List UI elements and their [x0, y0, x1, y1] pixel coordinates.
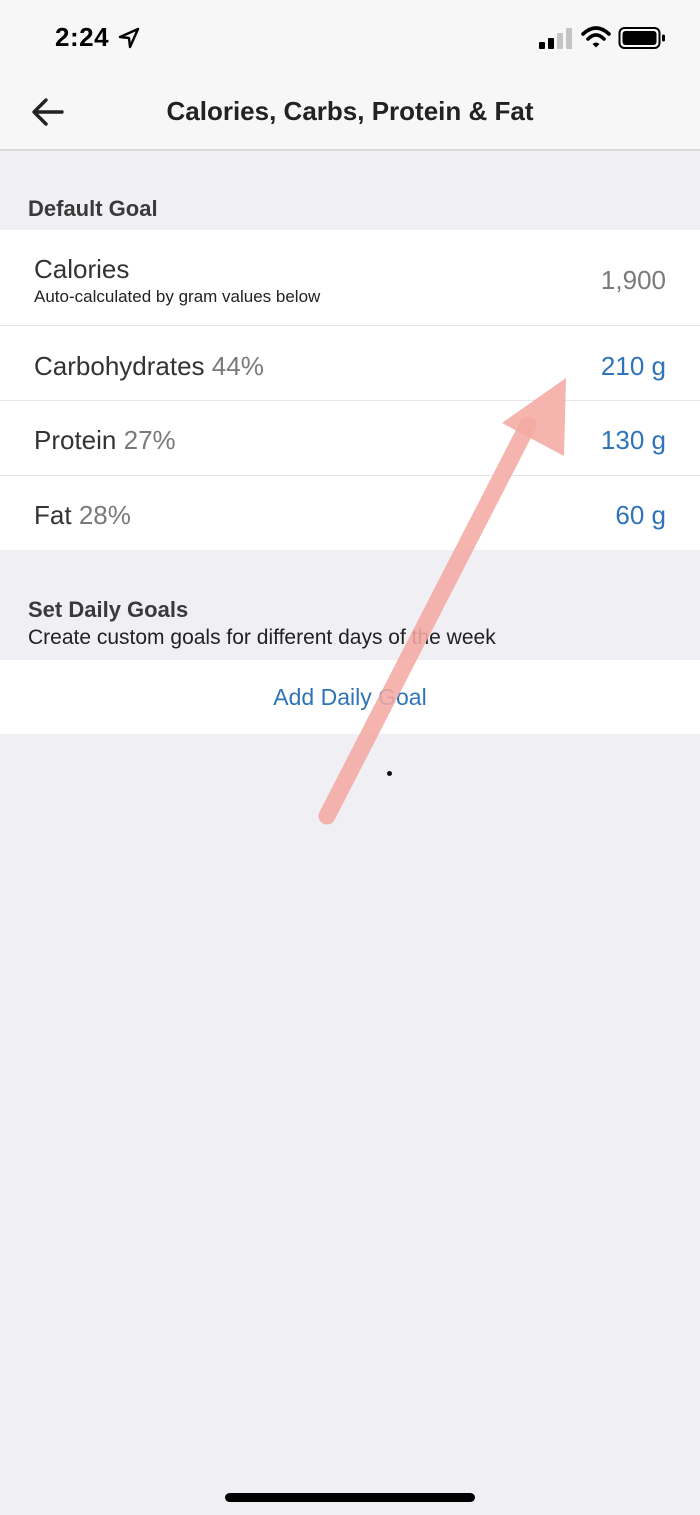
protein-percent: 27%	[123, 425, 176, 455]
daily-goals-subtitle: Create custom goals for different days o…	[28, 626, 496, 649]
annotation-arrow	[318, 378, 566, 825]
protein-value[interactable]: 130 g	[601, 425, 666, 456]
daily-goals-header: Set Daily Goals	[28, 597, 189, 622]
home-indicator[interactable]	[225, 1493, 475, 1502]
protein-row[interactable]: Protein 27% 130 g	[0, 401, 700, 476]
carbohydrates-percent: 44%	[211, 351, 264, 381]
battery-icon	[618, 27, 665, 49]
location-arrow-icon	[118, 27, 140, 49]
fat-label: Fat 28%	[34, 500, 131, 530]
fat-row[interactable]: Fat 28% 60 g	[0, 476, 700, 550]
calories-subtitle: Auto-calculated by gram values below	[34, 287, 321, 306]
carbohydrates-value[interactable]: 210 g	[601, 351, 666, 382]
carbohydrates-label: Carbohydrates 44%	[34, 351, 264, 381]
calories-value: 1,900	[600, 265, 666, 295]
default-goal-list: Calories Auto-calculated by gram values …	[0, 230, 700, 550]
status-time: 2:24	[55, 22, 110, 52]
fat-percent: 28%	[78, 500, 131, 530]
calories-label: Calories	[34, 254, 130, 284]
wifi-icon	[581, 26, 611, 48]
carbohydrates-row[interactable]: Carbohydrates 44% 210 g	[0, 326, 700, 401]
cellular-signal-icon	[539, 28, 572, 49]
default-goal-header: Default Goal	[28, 196, 158, 221]
calories-row[interactable]: Calories Auto-calculated by gram values …	[0, 230, 700, 326]
fat-value[interactable]: 60 g	[615, 500, 666, 531]
status-bar: 2:24	[0, 0, 700, 78]
add-daily-goal-button[interactable]: Add Daily Goal	[0, 660, 700, 734]
navigation-bar: Calories, Carbs, Protein & Fat	[0, 78, 700, 151]
page-title: Calories, Carbs, Protein & Fat	[166, 96, 534, 126]
stray-dot	[387, 771, 392, 776]
protein-label: Protein 27%	[34, 425, 176, 455]
